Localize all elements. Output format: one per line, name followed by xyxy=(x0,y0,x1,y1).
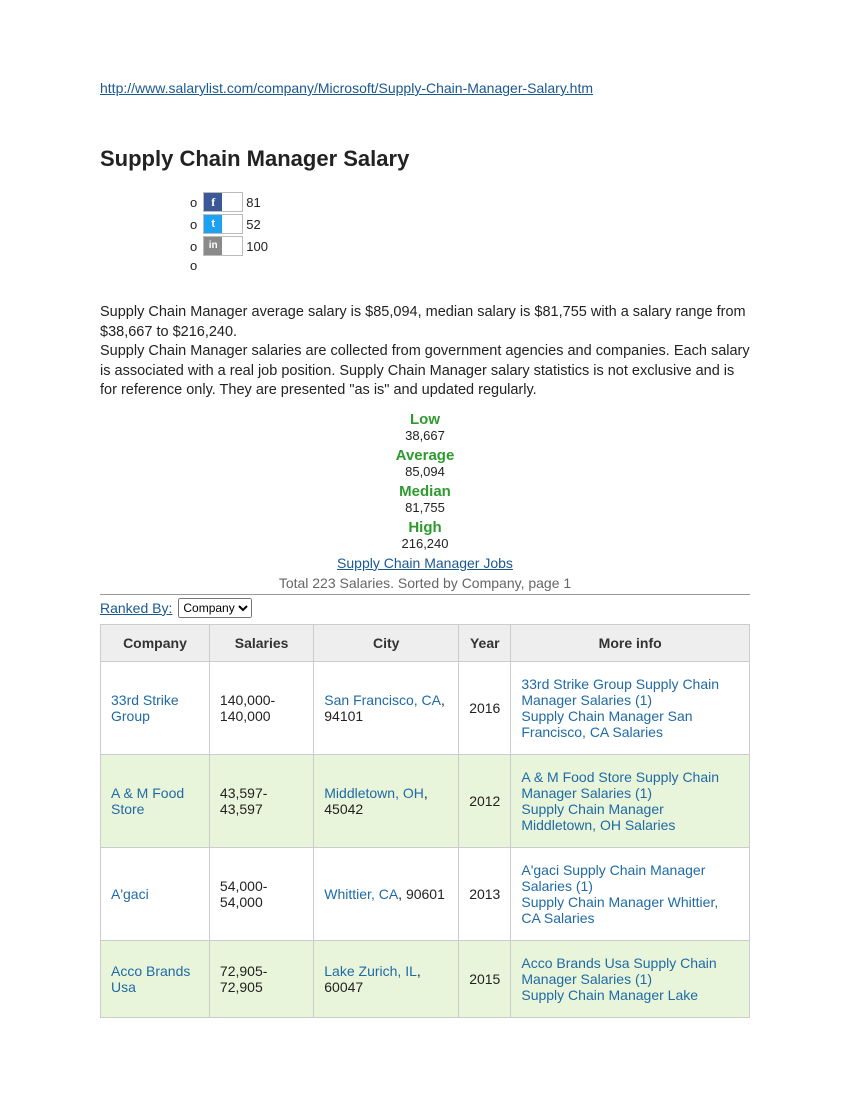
tw-share-button[interactable]: t xyxy=(203,214,243,234)
stat-median-label: Median xyxy=(100,483,750,500)
bullet-icon: o xyxy=(190,217,197,232)
fb-count: 81 xyxy=(246,195,260,210)
ranked-by-label: Ranked By: xyxy=(100,600,172,616)
fb-icon: f xyxy=(204,193,222,211)
city-link[interactable]: Middletown, OH xyxy=(324,785,424,801)
social-row-tw: ot 52 xyxy=(190,214,750,234)
stat-low-label: Low xyxy=(100,411,750,428)
col-year: Year xyxy=(459,624,511,661)
salaries-cell: 54,000-54,000 xyxy=(209,847,313,940)
fb-share-button[interactable]: f xyxy=(203,192,243,212)
tw-count: 52 xyxy=(246,217,260,232)
more-info-link[interactable]: Supply Chain Manager Middletown, OH Sala… xyxy=(521,801,739,833)
year-cell: 2012 xyxy=(459,754,511,847)
city-link[interactable]: Lake Zurich, IL xyxy=(324,963,417,979)
company-link[interactable]: 33rd Strike Group xyxy=(111,692,179,724)
intro-paragraph-2: Supply Chain Manager salaries are collec… xyxy=(100,342,750,401)
year-cell: 2015 xyxy=(459,940,511,1017)
social-row-li: oin 100 xyxy=(190,236,750,256)
jobs-link[interactable]: Supply Chain Manager Jobs xyxy=(100,555,750,571)
salaries-cell: 43,597-43,597 xyxy=(209,754,313,847)
table-row: 33rd Strike Group 140,000-140,000 San Fran… xyxy=(101,661,750,754)
more-info-link[interactable]: A & M Food Store Supply Chain Manager Sa… xyxy=(521,769,739,801)
table-row: A'gaci 54,000-54,000 Whittier, CA, 90601 20… xyxy=(101,847,750,940)
stat-median-value: 81,755 xyxy=(100,500,750,515)
salaries-cell: 140,000-140,000 xyxy=(209,661,313,754)
company-link[interactable]: Acco Brands Usa xyxy=(111,963,190,995)
col-city: City xyxy=(314,624,459,661)
bullet-icon: o xyxy=(190,195,197,210)
city-link[interactable]: San Francisco, CA xyxy=(324,692,441,708)
col-more-info: More info xyxy=(511,624,750,661)
city-link[interactable]: Whittier, CA xyxy=(324,886,398,902)
source-url-link[interactable]: http://www.salarylist.com/company/Micros… xyxy=(100,80,593,96)
social-list: of81ot52oin100o xyxy=(190,192,750,273)
more-info-link[interactable]: Supply Chain Manager San Francisco, CA S… xyxy=(521,708,739,740)
salary-stats: Low 38,667 Average 85,094 Median 81,755 … xyxy=(100,411,750,551)
more-info-link[interactable]: A'gaci Supply Chain Manager Salaries (1) xyxy=(521,862,739,894)
zip: , 90601 xyxy=(398,886,445,902)
bullet-icon: o xyxy=(190,239,197,254)
summary-line: Total 223 Salaries. Sorted by Company, p… xyxy=(100,575,750,595)
company-link[interactable]: A & M Food Store xyxy=(111,785,184,817)
tw-icon: t xyxy=(204,215,222,233)
company-link[interactable]: A'gaci xyxy=(111,886,149,902)
more-info-link[interactable]: 33rd Strike Group Supply Chain Manager S… xyxy=(521,676,739,708)
social-row-fb: of 81 xyxy=(190,192,750,212)
intro-paragraph-1: Supply Chain Manager average salary is $… xyxy=(100,303,750,342)
more-info-link[interactable]: Supply Chain Manager Whittier, CA Salari… xyxy=(521,894,739,926)
li-icon: in xyxy=(204,237,222,255)
year-cell: 2016 xyxy=(459,661,511,754)
li-share-button[interactable]: in xyxy=(203,236,243,256)
stat-low-value: 38,667 xyxy=(100,428,750,443)
salary-table: CompanySalariesCityYearMore info 33rd St… xyxy=(100,624,750,1018)
li-count: 100 xyxy=(246,239,268,254)
more-info-link[interactable]: Acco Brands Usa Supply Chain Manager Sal… xyxy=(521,955,739,987)
col-salaries: Salaries xyxy=(209,624,313,661)
ranked-by-select[interactable]: Company xyxy=(178,598,252,618)
stat-high-label: High xyxy=(100,519,750,536)
col-company: Company xyxy=(101,624,210,661)
page-title: Supply Chain Manager Salary xyxy=(100,146,750,172)
bullet-icon: o xyxy=(190,258,197,273)
salaries-cell: 72,905-72,905 xyxy=(209,940,313,1017)
stat-average-value: 85,094 xyxy=(100,464,750,479)
table-row: Acco Brands Usa 72,905-72,905 Lake Zurich,… xyxy=(101,940,750,1017)
year-cell: 2013 xyxy=(459,847,511,940)
stat-high-value: 216,240 xyxy=(100,536,750,551)
more-info-link[interactable]: Supply Chain Manager Lake xyxy=(521,987,739,1003)
stat-average-label: Average xyxy=(100,447,750,464)
table-row: A & M Food Store 43,597-43,597 Middletown,… xyxy=(101,754,750,847)
